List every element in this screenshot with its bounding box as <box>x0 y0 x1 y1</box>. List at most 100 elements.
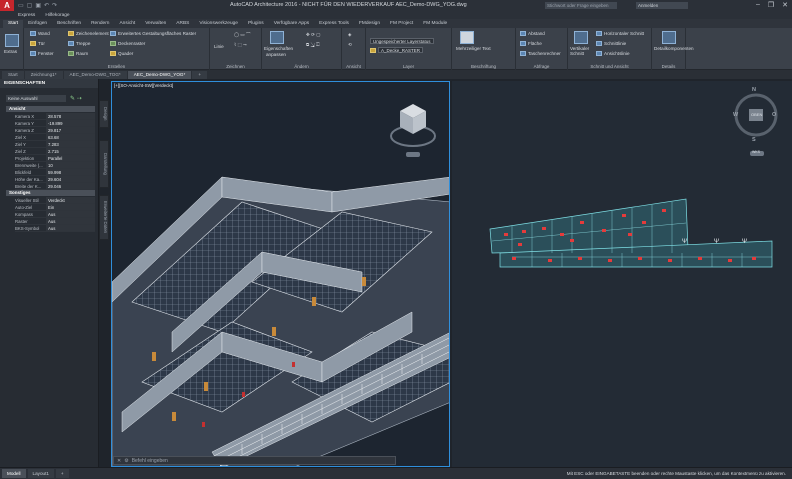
flaeche-button[interactable]: Fläche <box>520 41 542 46</box>
properties-icon[interactable] <box>270 31 284 44</box>
quick-select-icon[interactable]: ✎ ⇢ <box>70 95 82 102</box>
doc-tab-tog[interactable]: AEC_Demo-DWG_TOG* <box>63 71 127 79</box>
property-value[interactable]: 29.604 <box>46 176 95 182</box>
toolbox-icon[interactable] <box>5 34 19 47</box>
taschenrechner-button[interactable]: Taschenrechner <box>520 51 561 56</box>
tab-model[interactable]: Modell <box>2 469 26 478</box>
property-row[interactable]: Raster Aus <box>15 218 95 225</box>
property-value[interactable]: -19.899 <box>46 120 95 126</box>
property-row[interactable]: Ziel Z 2.715 <box>15 148 95 155</box>
deckenraster-button[interactable]: Deckenraster <box>110 41 145 46</box>
tab-ansicht[interactable]: Ansicht <box>114 20 140 28</box>
tab-express-tools[interactable]: Express Tools <box>314 20 354 28</box>
add-layout-button[interactable]: + <box>55 469 69 478</box>
property-row[interactable]: Kamera Z 29.817 <box>15 127 95 134</box>
move-icon[interactable]: ✥ ⟳ ▢ <box>306 32 321 38</box>
view-icon[interactable]: ◈ <box>348 32 352 38</box>
tab-visionswerkzeuge[interactable]: Visionswerkzeuge <box>194 20 243 28</box>
command-input[interactable]: Befehl eingeben <box>132 458 168 464</box>
raum-button[interactable]: Raum <box>68 51 88 56</box>
viewcube-top-face[interactable]: OBEN <box>751 112 762 117</box>
wrench-icon[interactable]: ⚙ <box>124 458 128 464</box>
property-value[interactable]: 29.817 <box>46 127 95 133</box>
copy-icon[interactable]: ⧉ ⇲ ◫ <box>306 42 320 47</box>
quader-button[interactable]: Quader <box>110 51 133 56</box>
close-button[interactable]: ✕ <box>782 1 788 9</box>
property-row[interactable]: Blickfeld 59.998 <box>15 169 95 176</box>
tab-fm-project[interactable]: FM Project <box>385 20 418 28</box>
maximize-button[interactable]: ❐ <box>768 1 774 9</box>
mtext-button[interactable]: Mehrzeiliger Text <box>456 46 491 51</box>
viewcube-icon[interactable] <box>388 96 438 160</box>
detailkomponenten-button[interactable]: Detailkomponenten <box>654 46 694 51</box>
vertical-section-icon[interactable] <box>574 31 588 44</box>
tab-start[interactable]: Start <box>3 20 24 28</box>
text-icon[interactable] <box>460 31 474 44</box>
property-row[interactable]: Ziel X 63.68 <box>15 134 95 141</box>
tab-verwalten[interactable]: Verwalten <box>140 20 171 28</box>
property-row[interactable]: Ziel Y 7.283 <box>15 141 95 148</box>
viewport-plan[interactable]: Ψ Ψ Ψ N S W O OBEN WKS <box>452 81 792 467</box>
undo-icon[interactable]: ↶ <box>44 2 49 9</box>
navigation-compass-icon[interactable] <box>730 87 784 159</box>
command-line[interactable]: ✕ ⚙ Befehl eingeben <box>113 456 396 465</box>
new-tab-button[interactable]: + <box>192 71 207 79</box>
minimize-button[interactable]: – <box>756 1 760 9</box>
tab-arbs[interactable]: ARBS <box>171 20 194 28</box>
property-value[interactable]: Aus <box>46 218 95 224</box>
linie-button[interactable]: Linie <box>214 44 224 49</box>
save-icon[interactable]: ▣ <box>35 2 41 9</box>
viewport-3d[interactable]: [+][SO-Ansicht-SW][Verdeckt] ⊥ <box>111 81 450 467</box>
property-value[interactable]: 63.68 <box>46 134 95 140</box>
property-row[interactable]: Visueller Stil Verdeckt <box>15 197 95 204</box>
wand-button[interactable]: Wand <box>30 31 50 36</box>
doc-tab-zeichnung1[interactable]: Zeichnung1* <box>24 71 63 79</box>
layer-status-dropdown[interactable]: Ungespeicherter Layerstatus <box>370 38 434 44</box>
property-value[interactable]: 29.046 <box>46 183 95 189</box>
zeichenelement-button[interactable]: Zeichenelement <box>68 31 109 36</box>
raster-button[interactable]: Erweitertes Gestaltungsfläches Raster <box>110 31 196 36</box>
fenster-button[interactable]: Fenster <box>30 51 54 56</box>
search-input[interactable]: Stichwort oder Frage eingeben <box>545 2 617 9</box>
selection-dropdown[interactable]: Keine Auswahl <box>6 95 66 102</box>
signin-button[interactable]: Anmelden <box>636 2 688 9</box>
circle-icon[interactable]: ◯ ▭ ⌒ <box>234 32 251 38</box>
eigenschaften-button[interactable]: Eigenschaften <box>264 46 293 51</box>
doc-tab-start[interactable]: Start <box>2 71 24 79</box>
new-icon[interactable]: ▭ <box>18 2 24 9</box>
tab-beschriften[interactable]: Beschriften <box>52 20 86 28</box>
property-value[interactable]: Aus <box>46 225 95 231</box>
tab-plugins[interactable]: Plugins <box>243 20 269 28</box>
menu-help[interactable]: Hilfekorage <box>45 13 69 18</box>
orbit-icon[interactable]: ⟲ <box>348 42 352 48</box>
palette-tab-erweiterte-daten[interactable]: Erweiterte Daten <box>99 195 109 240</box>
property-value[interactable]: Ein <box>46 204 95 210</box>
viewport-controls-label[interactable]: [+][SO-Ansicht-SW][Verdeckt] <box>114 83 173 88</box>
tab-rendern[interactable]: Rendern <box>86 20 114 28</box>
property-value[interactable]: 10 <box>46 162 95 168</box>
property-value[interactable]: Verdeckt <box>46 197 95 203</box>
property-value[interactable]: 7.283 <box>46 141 95 147</box>
tab-fmdesign[interactable]: FMdesign <box>354 20 385 28</box>
section-ansicht[interactable]: Ansicht <box>6 106 95 112</box>
tab-einfuegen[interactable]: Einfügen <box>23 20 52 28</box>
property-row[interactable]: Breite der K... 29.046 <box>15 183 95 190</box>
property-row[interactable]: BKS-Symbol Aus <box>15 225 95 232</box>
property-row[interactable]: Kompass Aus <box>15 211 95 218</box>
polyline-icon[interactable]: ⌇ ⬚ ⤳ <box>234 42 247 48</box>
schnittlinie-button[interactable]: Schnittlinie <box>596 41 626 46</box>
property-row[interactable]: Kamera X 28.578 <box>15 113 95 120</box>
wcs-menu[interactable]: WKS <box>752 150 760 154</box>
menu-express[interactable]: Express <box>18 13 35 18</box>
tuer-button[interactable]: Tür <box>30 41 45 46</box>
doc-tab-yog[interactable]: AEC_Demo-DWG_YOG* <box>127 71 192 79</box>
property-row[interactable]: Kamera Y -19.899 <box>15 120 95 127</box>
property-value[interactable]: 2.715 <box>46 148 95 154</box>
section-sonstiges[interactable]: Sonstiges <box>6 190 95 196</box>
property-row[interactable]: Projektion Parallel <box>15 155 95 162</box>
property-row[interactable]: Brennweite (... 10 <box>15 162 95 169</box>
abstand-button[interactable]: Abstand <box>520 31 545 36</box>
property-row[interactable]: Höhe der Ka... 29.604 <box>15 176 95 183</box>
property-value[interactable]: Aus <box>46 211 95 217</box>
treppe-button[interactable]: Treppe <box>68 41 90 46</box>
